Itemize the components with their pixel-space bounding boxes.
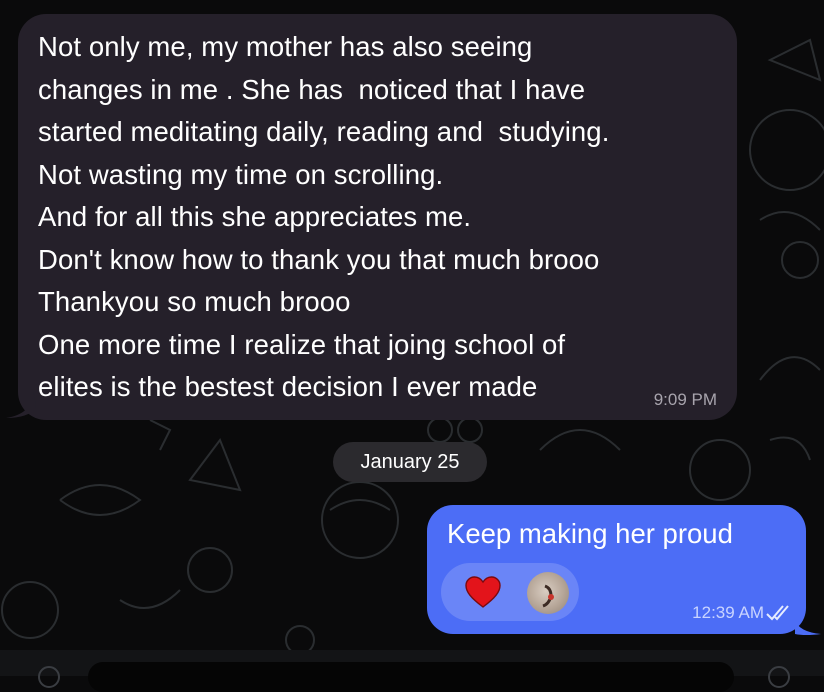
outgoing-bubble-tail [795,620,821,635]
date-separator: January 25 [333,442,487,482]
outgoing-message-text: Keep making her proud [447,518,733,549]
message-input[interactable] [88,662,734,692]
outgoing-message-time: 12:39 AM [692,603,764,622]
incoming-message-text: Not only me, my mother has also seeing c… [38,31,610,402]
microphone-icon[interactable] [768,666,790,688]
incoming-message-time: 9:09 PM [653,390,717,409]
incoming-bubble-tail [6,392,36,418]
reactor-avatar [527,572,569,614]
reaction-pill[interactable] [441,563,579,621]
date-separator-label: January 25 [360,450,460,473]
outgoing-message-bubble[interactable]: Keep making her proud 12:39 AM [427,505,806,634]
incoming-message-bubble[interactable]: Not only me, my mother has also seeing c… [18,14,737,420]
read-receipt-double-check-icon [766,605,789,621]
attach-icon[interactable] [38,666,60,688]
avatar-photo [542,584,554,608]
heart-icon [465,576,501,608]
